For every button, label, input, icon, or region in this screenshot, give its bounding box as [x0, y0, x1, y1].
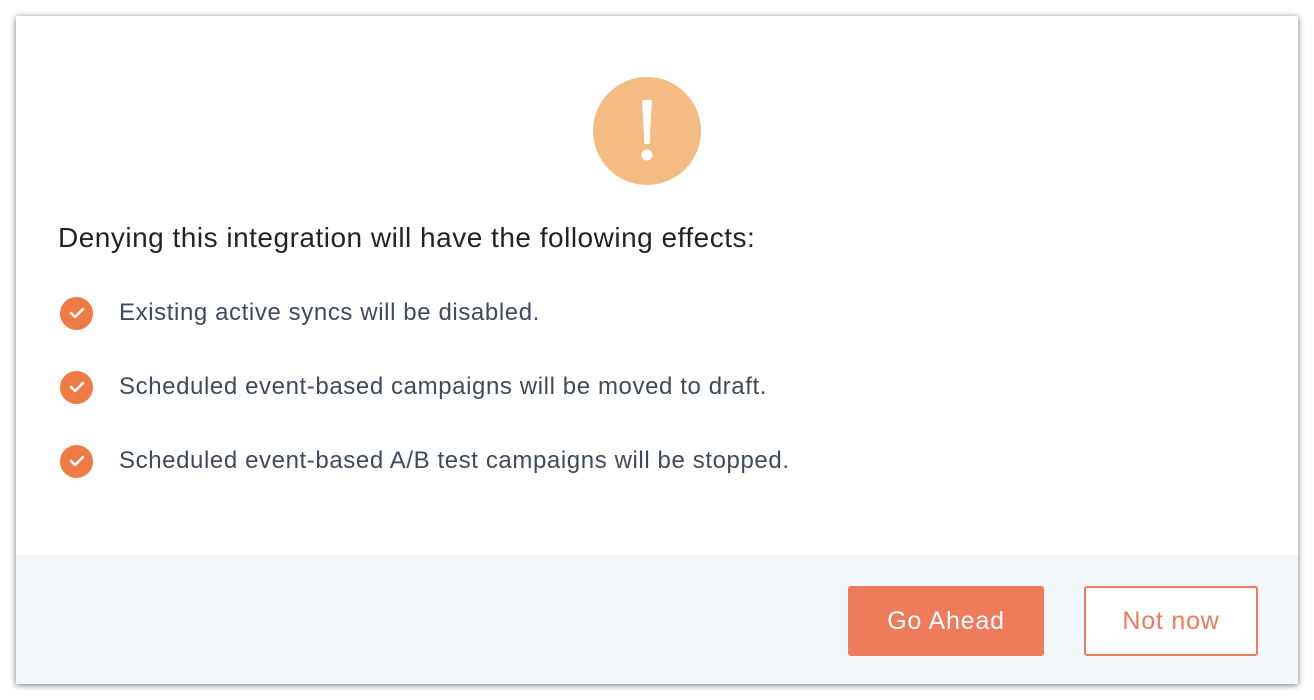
- effect-text: Scheduled event-based A/B test campaigns…: [119, 447, 790, 474]
- effects-list: Existing active syncs will be disabled. …: [60, 296, 790, 518]
- go-ahead-button[interactable]: Go Ahead: [848, 586, 1044, 656]
- effect-text: Scheduled event-based campaigns will be …: [119, 373, 768, 400]
- warning-exclamation-icon: [593, 77, 701, 185]
- dialog-footer: Go Ahead Not now: [16, 555, 1298, 684]
- check-circle-icon: [60, 296, 93, 330]
- confirm-dialog: Denying this integration will have the f…: [16, 16, 1298, 684]
- effect-item: Scheduled event-based A/B test campaigns…: [60, 444, 790, 478]
- not-now-button[interactable]: Not now: [1084, 586, 1258, 656]
- effect-item: Existing active syncs will be disabled.: [60, 296, 790, 330]
- check-circle-icon: [60, 370, 93, 404]
- dialog-heading: Denying this integration will have the f…: [58, 222, 756, 253]
- effect-text: Existing active syncs will be disabled.: [119, 299, 540, 326]
- effect-item: Scheduled event-based campaigns will be …: [60, 370, 790, 404]
- check-circle-icon: [60, 444, 93, 478]
